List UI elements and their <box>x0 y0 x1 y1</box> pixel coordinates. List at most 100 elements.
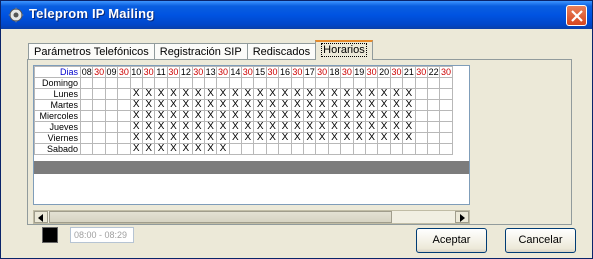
title-bar[interactable]: Teleprom IP Mailing <box>1 1 592 29</box>
schedule-cell[interactable]: X <box>228 88 243 100</box>
schedule-cell[interactable] <box>439 110 453 122</box>
schedule-cell[interactable] <box>426 88 441 100</box>
schedule-cell[interactable] <box>104 99 119 111</box>
schedule-cell[interactable] <box>377 77 391 89</box>
schedule-cell[interactable] <box>426 77 441 89</box>
schedule-cell[interactable]: X <box>327 121 342 133</box>
schedule-cell[interactable] <box>79 99 94 111</box>
schedule-cell[interactable]: X <box>265 110 280 122</box>
schedule-cell[interactable] <box>179 77 193 89</box>
schedule-cell[interactable]: X <box>179 132 193 144</box>
schedule-cell[interactable] <box>426 121 441 133</box>
schedule-cell[interactable] <box>340 143 354 155</box>
schedule-cell[interactable]: X <box>303 110 317 122</box>
schedule-cell[interactable]: X <box>377 99 391 111</box>
schedule-cell[interactable]: X <box>228 121 243 133</box>
schedule-cell[interactable] <box>278 143 292 155</box>
schedule-cell[interactable]: X <box>166 88 181 100</box>
schedule-cell[interactable]: X <box>129 143 143 155</box>
schedule-cell[interactable]: X <box>203 99 218 111</box>
schedule-cell[interactable]: X <box>141 132 156 144</box>
schedule-cell[interactable]: X <box>241 88 255 100</box>
schedule-cell[interactable] <box>290 143 305 155</box>
schedule-cell[interactable]: X <box>179 99 193 111</box>
schedule-cell[interactable] <box>166 77 181 89</box>
schedule-cell[interactable]: X <box>154 88 168 100</box>
schedule-cell[interactable]: X <box>315 88 329 100</box>
schedule-cell[interactable]: X <box>129 121 143 133</box>
schedule-cell[interactable] <box>439 99 453 111</box>
schedule-cell[interactable]: X <box>340 110 354 122</box>
schedule-cell[interactable] <box>315 77 329 89</box>
schedule-cell[interactable]: X <box>265 88 280 100</box>
schedule-cell[interactable]: X <box>389 121 404 133</box>
schedule-cell[interactable] <box>414 99 428 111</box>
schedule-cell[interactable]: X <box>290 132 305 144</box>
schedule-cell[interactable]: X <box>154 132 168 144</box>
schedule-cell[interactable] <box>141 77 156 89</box>
cancel-button[interactable]: Cancelar <box>505 228 576 253</box>
schedule-cell[interactable] <box>439 132 453 144</box>
schedule-cell[interactable] <box>92 143 106 155</box>
schedule-cell[interactable] <box>364 143 379 155</box>
schedule-cell[interactable] <box>79 110 94 122</box>
schedule-cell[interactable]: X <box>315 121 329 133</box>
schedule-cell[interactable]: X <box>166 99 181 111</box>
scroll-left-button[interactable] <box>34 211 48 223</box>
schedule-cell[interactable]: X <box>228 132 243 144</box>
schedule-cell[interactable] <box>117 77 131 89</box>
accept-button[interactable]: Aceptar <box>416 228 487 253</box>
schedule-cell[interactable] <box>104 143 119 155</box>
schedule-cell[interactable] <box>414 88 428 100</box>
schedule-cell[interactable]: X <box>327 88 342 100</box>
schedule-cell[interactable]: X <box>290 121 305 133</box>
schedule-cell[interactable]: X <box>377 110 391 122</box>
schedule-cell[interactable]: X <box>290 99 305 111</box>
schedule-cell[interactable] <box>79 121 94 133</box>
schedule-cell[interactable]: X <box>327 132 342 144</box>
schedule-cell[interactable] <box>104 132 119 144</box>
schedule-cell[interactable]: X <box>389 88 404 100</box>
schedule-cell[interactable]: X <box>129 88 143 100</box>
schedule-cell[interactable]: X <box>340 132 354 144</box>
schedule-grid[interactable]: Dias 08 30 09 30 10 30 11 30 12 30 13 30 14 30 15 30 16 3… <box>33 65 470 205</box>
schedule-cell[interactable]: X <box>191 88 205 100</box>
schedule-cell[interactable]: X <box>179 110 193 122</box>
schedule-cell[interactable]: X <box>179 121 193 133</box>
schedule-cell[interactable] <box>377 143 391 155</box>
schedule-cell[interactable]: X <box>154 110 168 122</box>
schedule-cell[interactable]: X <box>253 110 267 122</box>
tab-parametros-telefonicos[interactable]: Parámetros Telefónicos <box>28 43 155 60</box>
schedule-cell[interactable] <box>117 88 131 100</box>
schedule-cell[interactable] <box>253 77 267 89</box>
schedule-cell[interactable]: X <box>154 99 168 111</box>
schedule-cell[interactable]: X <box>352 121 367 133</box>
schedule-cell[interactable]: X <box>166 132 181 144</box>
schedule-cell[interactable] <box>439 88 453 100</box>
schedule-cell[interactable]: X <box>352 110 367 122</box>
schedule-cell[interactable] <box>92 99 106 111</box>
schedule-cell[interactable]: X <box>377 121 391 133</box>
schedule-cell[interactable]: X <box>364 132 379 144</box>
schedule-cell[interactable]: X <box>364 110 379 122</box>
schedule-cell[interactable] <box>241 143 255 155</box>
schedule-cell[interactable]: X <box>241 132 255 144</box>
schedule-cell[interactable]: X <box>377 132 391 144</box>
schedule-cell[interactable] <box>104 110 119 122</box>
schedule-cell[interactable]: X <box>253 99 267 111</box>
schedule-cell[interactable]: X <box>141 143 156 155</box>
schedule-cell[interactable]: X <box>216 110 230 122</box>
tab-registracion-sip[interactable]: Registración SIP <box>153 43 248 60</box>
schedule-cell[interactable]: X <box>389 132 404 144</box>
schedule-cell[interactable] <box>117 143 131 155</box>
schedule-cell[interactable]: X <box>241 110 255 122</box>
schedule-cell[interactable] <box>352 77 367 89</box>
schedule-cell[interactable]: X <box>216 88 230 100</box>
schedule-cell[interactable]: X <box>389 99 404 111</box>
schedule-cell[interactable]: X <box>191 110 205 122</box>
schedule-cell[interactable]: X <box>241 99 255 111</box>
schedule-cell[interactable] <box>265 77 280 89</box>
schedule-cell[interactable] <box>228 143 243 155</box>
schedule-cell[interactable] <box>79 88 94 100</box>
schedule-cell[interactable]: X <box>303 121 317 133</box>
